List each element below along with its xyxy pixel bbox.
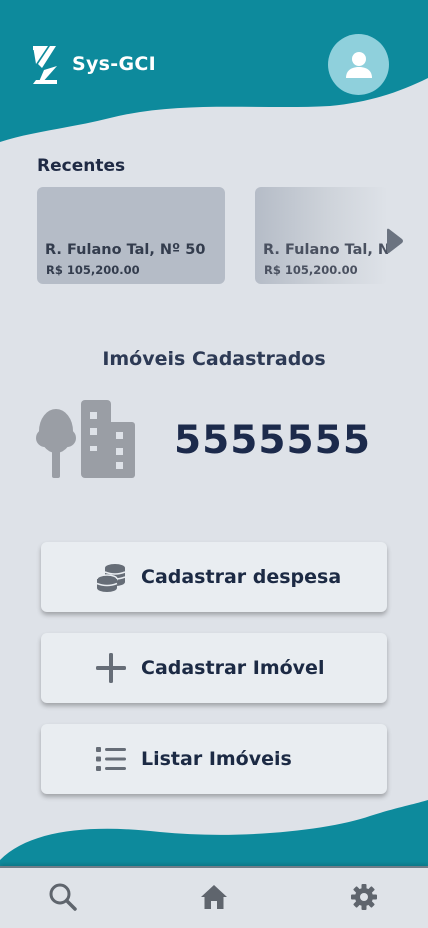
buildings-tree-icon — [36, 400, 135, 478]
chevron-right-icon[interactable] — [384, 228, 404, 254]
recentes-title: Recentes — [37, 156, 126, 176]
cadastrar-imovel-button[interactable]: Cadastrar Imóvel — [41, 633, 387, 703]
recent-property-card[interactable]: R. Fulano Tal, Nº 50 R$ 105,200.00 — [37, 187, 225, 284]
properties-count-value: 5555555 — [174, 418, 371, 463]
listar-imoveis-button[interactable]: Listar Imóveis — [41, 724, 387, 794]
plus-icon — [96, 653, 126, 683]
listar-imoveis-label: Listar Imóveis — [141, 748, 292, 770]
user-icon — [345, 51, 372, 78]
recent-property-price: R$ 105,200.00 — [46, 263, 140, 277]
app-name: Sys-GCI — [72, 53, 156, 75]
avatar-button[interactable] — [328, 34, 389, 95]
properties-count-title: Imóveis Cadastrados — [102, 348, 326, 370]
search-icon[interactable] — [48, 882, 78, 912]
cadastrar-imovel-label: Cadastrar Imóvel — [141, 657, 325, 679]
coins-icon — [96, 564, 126, 592]
settings-icon[interactable] — [349, 882, 379, 912]
cadastrar-despesa-button[interactable]: Cadastrar despesa — [41, 542, 387, 612]
recent-property-card[interactable]: R. Fulano Tal, N R$ 105,200.00 — [255, 187, 388, 284]
recent-property-address: R. Fulano Tal, N — [263, 242, 388, 258]
bottom-navigation — [0, 866, 428, 928]
sys-gci-logo-icon — [33, 46, 57, 84]
list-icon — [96, 747, 126, 771]
home-icon[interactable] — [199, 882, 229, 912]
cadastrar-despesa-label: Cadastrar despesa — [141, 566, 342, 588]
footer-wave — [0, 800, 428, 872]
recent-property-address: R. Fulano Tal, Nº 50 — [45, 242, 206, 258]
recent-property-price: R$ 105,200.00 — [264, 263, 358, 277]
